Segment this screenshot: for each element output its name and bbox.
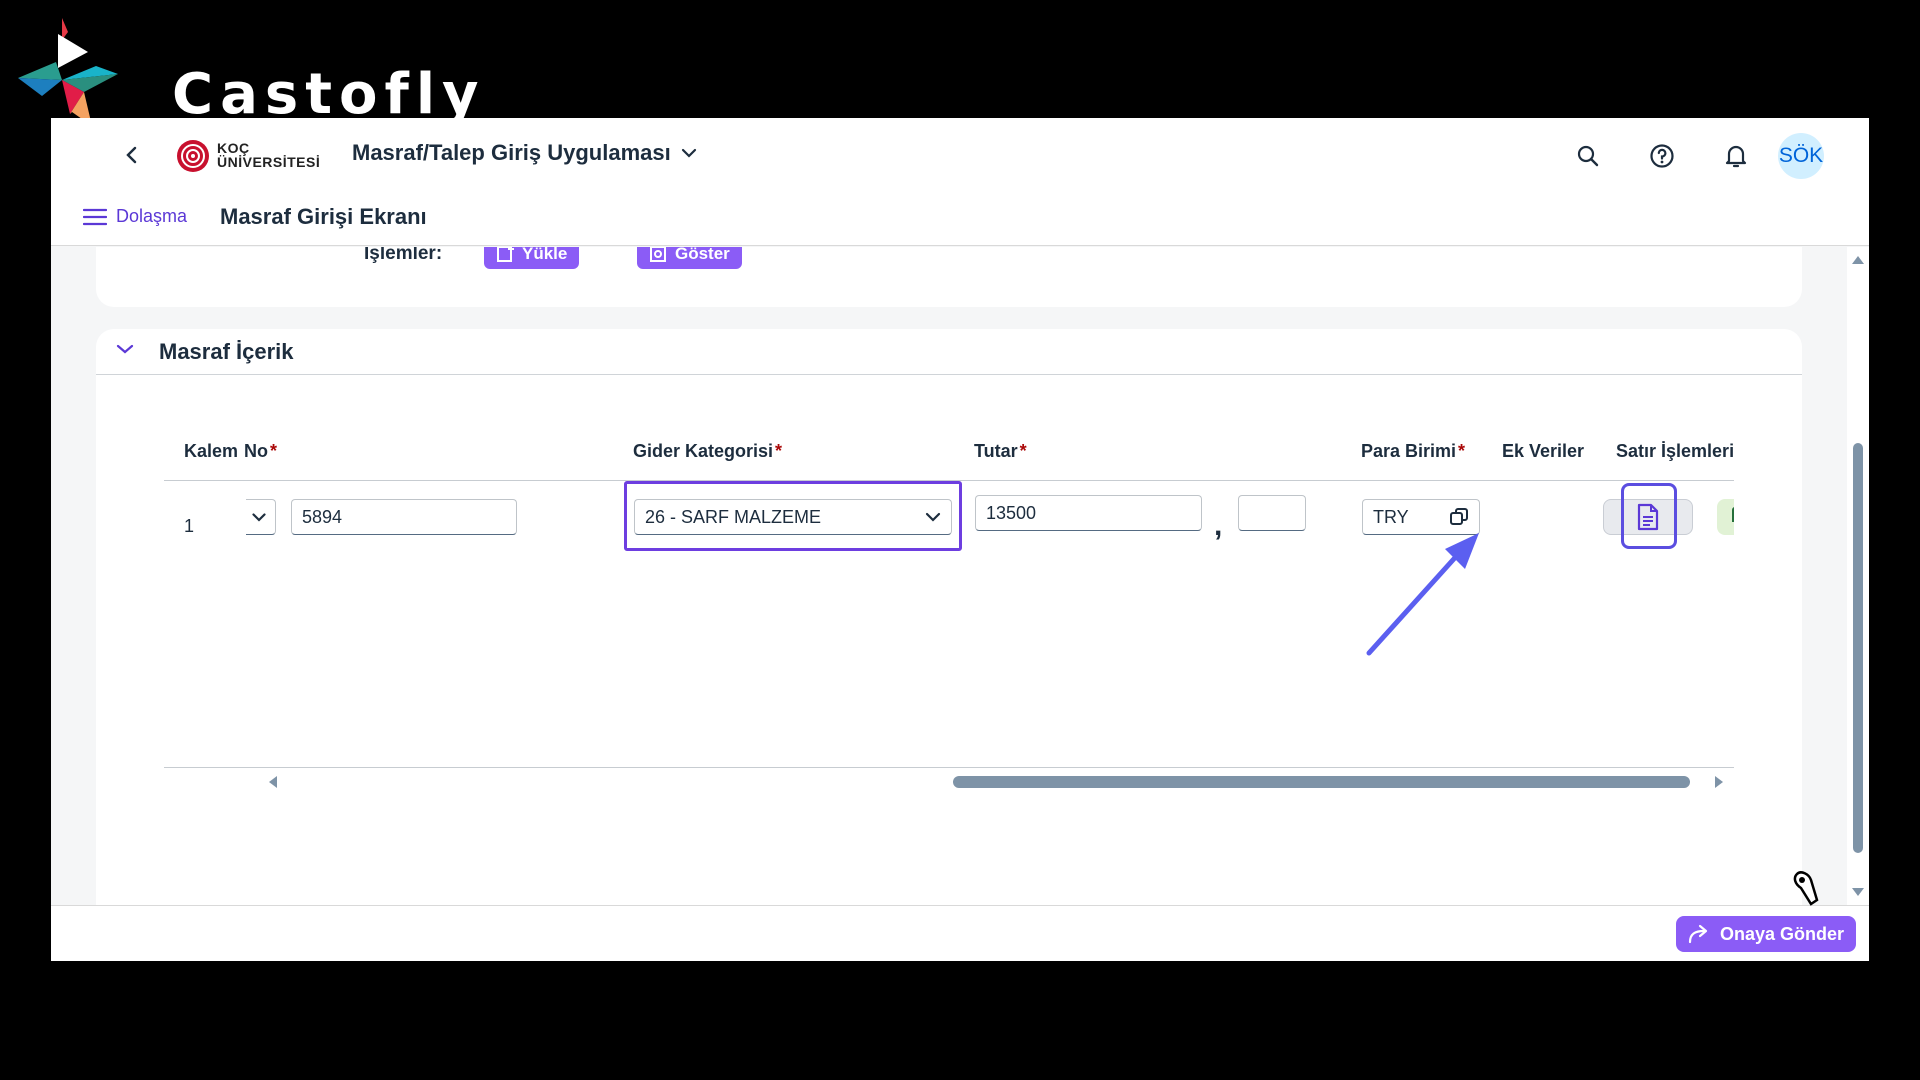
- koc-university-emblem-icon: [177, 140, 209, 172]
- scroll-left-icon: [269, 776, 277, 788]
- user-avatar[interactable]: SÖK: [1778, 133, 1824, 179]
- horizontal-scroll-thumb[interactable]: [953, 776, 1690, 788]
- castofly-logo-icon: [18, 18, 118, 126]
- para-birimi-value: TRY: [1373, 506, 1409, 527]
- operations-label: İşlemler:: [364, 247, 443, 264]
- help-icon: [1650, 144, 1674, 168]
- app-title: Masraf/Talep Giriş Uygulaması: [352, 140, 671, 165]
- value-help-icon: [1450, 508, 1468, 525]
- attachments-card: İşlemler: Yükle Göster: [96, 247, 1802, 307]
- navigation-label: Dolaşma: [116, 206, 188, 226]
- back-button[interactable]: [115, 138, 149, 172]
- page-title: Masraf Girişi Ekranı: [220, 204, 427, 229]
- app-title-menu[interactable]: Masraf/Talep Giriş Uygulaması: [352, 140, 697, 166]
- no-input[interactable]: 5894: [291, 499, 517, 535]
- gider-kategorisi-value: 26 - SARF MALZEME: [645, 506, 822, 527]
- vertical-scroll-thumb[interactable]: [1853, 443, 1863, 853]
- castofly-branding: Castofly: [18, 18, 479, 130]
- shell-bar: KOÇ ÜNİVERSİTESİ Masraf/Talep Giriş Uygu…: [51, 118, 1869, 192]
- upload-button[interactable]: Yükle: [484, 247, 580, 269]
- expense-table: Kalem *No Gider Kategorisi * Tutar * Para …: [164, 429, 1734, 755]
- panel-header[interactable]: Masraf İçerik: [96, 329, 1802, 375]
- show-button[interactable]: Göster: [637, 247, 742, 269]
- share-arrow-icon: [1688, 924, 1708, 944]
- scroll-down-icon: [1852, 888, 1864, 896]
- notifications-button[interactable]: [1718, 138, 1754, 174]
- row-kalem-number: 1: [184, 516, 195, 536]
- tutar-decimal-input[interactable]: [1238, 495, 1306, 531]
- help-button[interactable]: [1644, 138, 1680, 174]
- add-document-icon: [497, 247, 514, 262]
- chevron-left-icon: [126, 146, 137, 164]
- chevron-down-icon: [681, 148, 696, 158]
- column-header-kalem: Kalem: [184, 441, 239, 461]
- no-type-select[interactable]: [246, 499, 276, 535]
- scroll-right-icon: [1715, 776, 1723, 788]
- ek-veriler-focus-frame: [1621, 483, 1677, 549]
- column-header-ek-veriler: Ek Veriler: [1502, 441, 1585, 461]
- content-area: İşlemler: Yükle Göster Masraf İçerik Kal…: [51, 247, 1847, 905]
- bell-icon: [1725, 145, 1747, 168]
- scroll-up-icon: [1852, 256, 1864, 264]
- annotation-arrow-icon: [1366, 533, 1479, 656]
- navigation-menu-button[interactable]: Dolaşma: [83, 206, 187, 227]
- panel-title: Masraf İçerik: [159, 339, 294, 364]
- column-header-no: *No: [244, 441, 278, 461]
- expense-content-panel: Masraf İçerik Kalem *No Gider Kategorisi…: [96, 329, 1802, 905]
- column-header-para-birimi: Para Birimi *: [1361, 441, 1466, 461]
- chevron-down-icon: [116, 344, 134, 354]
- horizontal-scrollbar[interactable]: [164, 767, 1734, 795]
- app-window: KOÇ ÜNİVERSİTESİ Masraf/Talep Giriş Uygu…: [51, 118, 1869, 961]
- column-header-satir-islemleri: Satır İşlemleri: [1616, 441, 1734, 461]
- column-header-gider-kategorisi: Gider Kategorisi *: [633, 441, 783, 461]
- copy-row-button[interactable]: [1717, 499, 1734, 535]
- cursor-icon: [1793, 871, 1819, 906]
- copy-icon: [1732, 507, 1734, 522]
- footer-toolbar: Onaya Gönder: [51, 871, 1869, 961]
- vertical-scrollbar[interactable]: [1847, 247, 1869, 905]
- column-header-tutar: Tutar *: [974, 441, 1027, 461]
- submit-for-approval-button[interactable]: Onaya Gönder: [1676, 916, 1857, 952]
- view-icon: [650, 247, 666, 262]
- decimal-separator: ,: [1214, 509, 1223, 542]
- chevron-down-icon: [925, 512, 941, 522]
- koc-university-logo: KOÇ ÜNİVERSİTESİ: [175, 136, 325, 176]
- search-button[interactable]: [1570, 138, 1606, 174]
- gider-kategorisi-select[interactable]: 26 - SARF MALZEME: [634, 499, 952, 535]
- chevron-down-icon: [252, 512, 266, 522]
- hamburger-menu-icon: [83, 208, 107, 225]
- tutar-input[interactable]: 13500: [975, 495, 1202, 531]
- sub-header: Dolaşma Masraf Girişi Ekranı: [51, 192, 1869, 246]
- search-icon: [1577, 145, 1599, 167]
